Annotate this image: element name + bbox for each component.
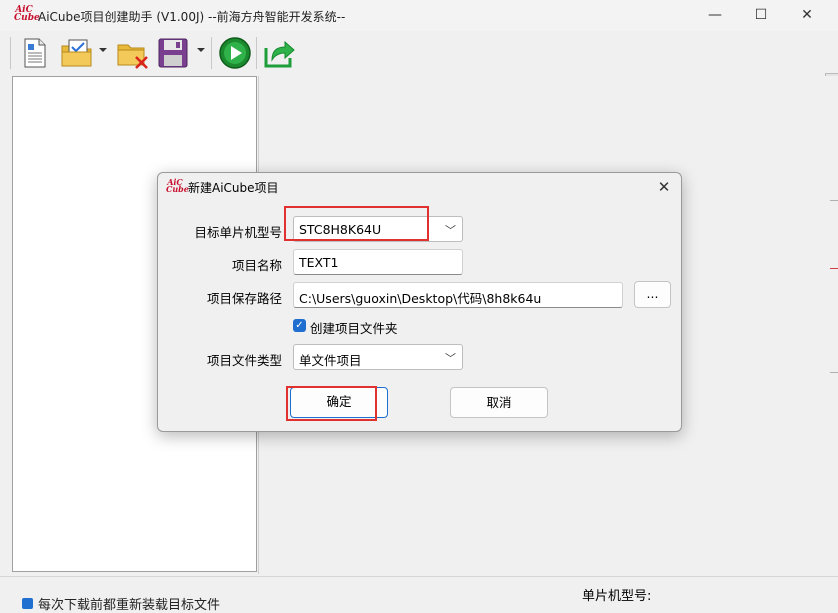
maximize-button[interactable]: ☐ [738, 0, 784, 31]
close-button[interactable]: ✕ [784, 0, 830, 31]
toolbar-grip [10, 37, 11, 69]
target-mcu-label: 目标单片机型号 [194, 225, 282, 240]
project-name-label: 项目名称 [231, 258, 282, 273]
edge-marker [830, 200, 838, 201]
save-path-value: C:\Users\guoxin\Desktop\代码\8h8k64u [299, 291, 542, 306]
file-type-select[interactable]: 单文件项目 ﹀ [293, 344, 463, 370]
save-dropdown-arrow[interactable] [197, 48, 205, 52]
play-icon [219, 37, 251, 69]
open-folder-icon [61, 39, 92, 67]
open-project-button[interactable] [60, 36, 94, 70]
cancel-button[interactable]: 取消 [450, 387, 548, 418]
open-dropdown-arrow[interactable] [99, 48, 107, 52]
edge-marker [830, 372, 838, 373]
export-share-icon [264, 40, 295, 68]
target-mcu-value: STC8H8K64U [299, 222, 382, 237]
browse-button[interactable]: ... [634, 281, 671, 308]
toolbar: 助 [0, 31, 838, 95]
export-button[interactable] [262, 36, 296, 70]
project-name-input[interactable]: TEXT1 [293, 249, 463, 275]
new-document-icon [24, 38, 46, 68]
chevron-down-icon: ﹀ [445, 352, 456, 365]
mcu-model-status: 单片机型号: [582, 589, 652, 604]
toolbar-separator-2 [256, 37, 257, 69]
dialog-logo: AiC Cube [166, 177, 189, 194]
dialog-close-button[interactable]: ✕ [653, 176, 675, 198]
file-type-label: 项目文件类型 [206, 353, 282, 368]
save-path-input[interactable]: C:\Users\guoxin\Desktop\代码\8h8k64u [293, 282, 623, 308]
file-type-value: 单文件项目 [299, 353, 362, 368]
save-path-label: 项目保存路径 [206, 291, 282, 306]
create-folder-checkbox[interactable]: ✓ [293, 319, 306, 332]
close-project-button[interactable] [116, 36, 150, 70]
project-name-value: TEXT1 [299, 255, 339, 270]
new-project-button[interactable] [20, 36, 50, 70]
reload-checkbox[interactable] [22, 598, 33, 609]
edge-marker [830, 268, 838, 269]
dialog-title: 新建AiCube项目 [188, 181, 279, 195]
minimize-button[interactable]: — [692, 0, 738, 31]
ok-button[interactable]: 确定 [290, 387, 388, 418]
window-title: AiCube项目创建助手 (V1.00J) --前海方舟智能开发系统-- [38, 10, 346, 24]
reload-checkbox-label: 每次下载前都重新装载目标文件 [38, 598, 221, 613]
target-mcu-select[interactable]: STC8H8K64U ﹀ [293, 216, 463, 242]
save-disk-icon [158, 38, 188, 68]
chevron-down-icon: ﹀ [445, 224, 456, 237]
app-logo: AiC Cube [14, 5, 40, 23]
toolbar-separator [211, 37, 212, 69]
save-button[interactable] [156, 36, 190, 70]
title-bar: AiC Cube AiCube项目创建助手 (V1.00J) --前海方舟智能开发… [0, 0, 838, 31]
close-folder-icon [117, 44, 148, 69]
new-project-dialog: AiC Cube 新建AiCube项目 ✕ 目标单片机型号 STC8H8K64U … [157, 172, 682, 432]
create-folder-label: 创建项目文件夹 [310, 321, 398, 336]
run-button[interactable] [218, 36, 252, 70]
